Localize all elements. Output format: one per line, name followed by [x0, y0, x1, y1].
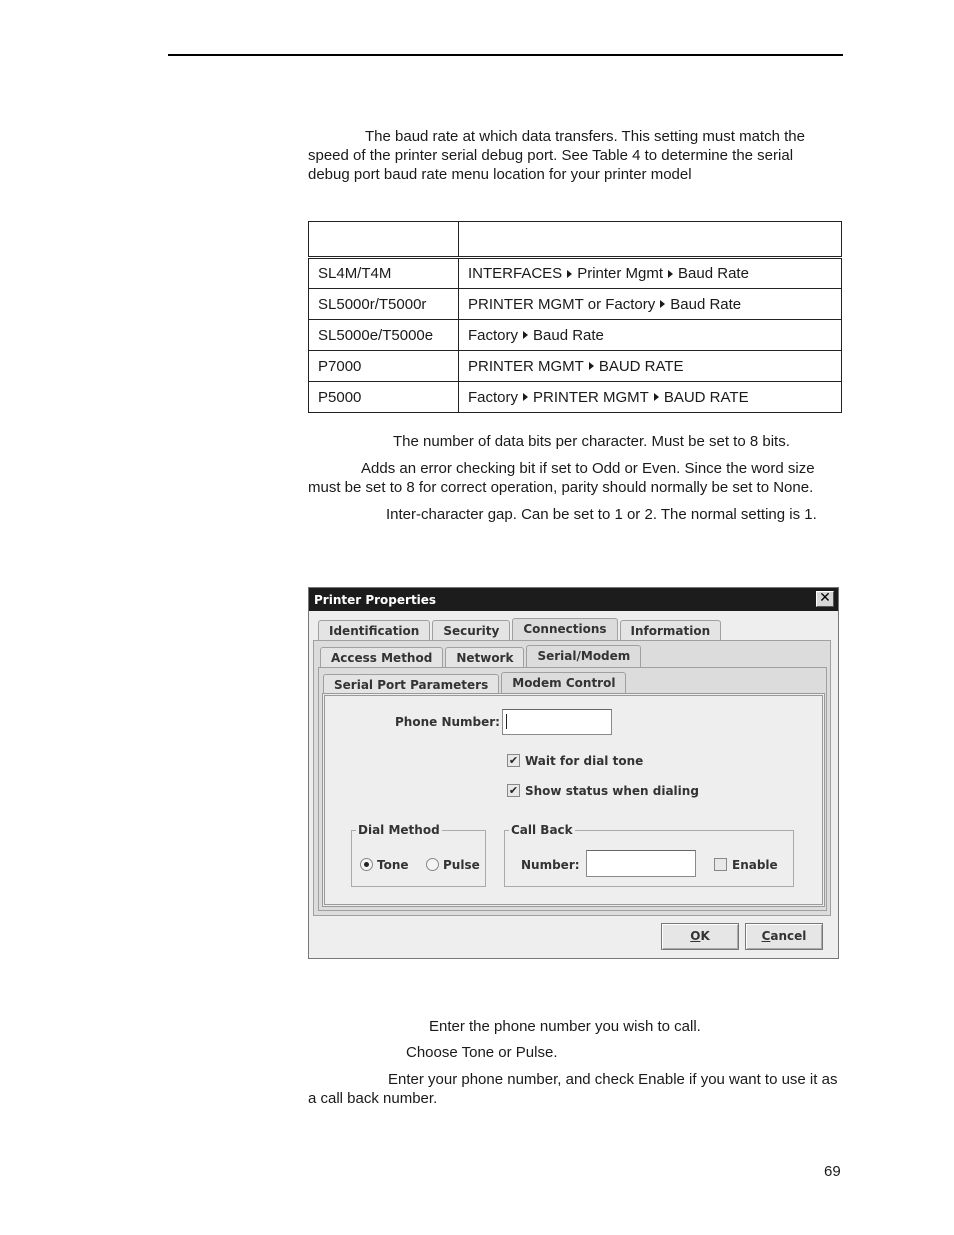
printer-properties-dialog: Printer Properties ✕ Identification Secu…	[308, 587, 839, 959]
menu-arrow-icon	[668, 269, 674, 278]
tab-network[interactable]: Network	[445, 647, 525, 668]
table-row: SL4M/T4M INTERFACES Printer Mgmt Baud Rate	[308, 257, 842, 289]
close-icon[interactable]: ✕	[816, 591, 834, 607]
phone-number-input[interactable]	[502, 709, 612, 735]
table-row: SL5000e/T5000e Factory Baud Rate	[308, 319, 842, 351]
tabs-level2: Access Method Network Serial/Modem	[320, 645, 643, 668]
menu-path-cell: Factory PRINTER MGMT BAUD RATE	[458, 381, 842, 413]
menu-path-segment: BAUD RATE	[663, 388, 749, 406]
model-cell: P7000	[308, 350, 459, 382]
baud-rate-description: The baud rate at which data transfers. T…	[308, 128, 805, 183]
header-rule	[168, 54, 843, 56]
menu-path-segment: PRINTER MGMT or Factory	[468, 295, 656, 313]
menu-path-cell: INTERFACES Printer Mgmt Baud Rate	[458, 257, 842, 289]
wait-dial-tone-label: Wait for dial tone	[525, 754, 644, 768]
word-size-description: The number of data bits per character. M…	[393, 433, 790, 450]
menu-path-segment: Factory	[468, 326, 519, 344]
dial-method-description: Choose Tone or Pulse.	[406, 1044, 558, 1061]
tone-radio[interactable]	[360, 858, 373, 871]
menu-path-cell: PRINTER MGMT BAUD RATE	[458, 350, 842, 382]
table-row: P7000 PRINTER MGMT BAUD RATE	[308, 350, 842, 382]
cancel-label-rest: ancel	[770, 929, 807, 943]
call-back-title: Call Back	[509, 823, 575, 837]
menu-path-cell: Factory Baud Rate	[458, 319, 842, 351]
tab-identification[interactable]: Identification	[318, 620, 431, 641]
menu-path-segment: INTERFACES	[468, 265, 563, 282]
tab-security[interactable]: Security	[432, 620, 511, 641]
menu-arrow-icon	[567, 269, 573, 278]
menu-path-segment: Baud Rate	[678, 265, 749, 282]
tab-connections[interactable]: Connections	[512, 618, 618, 641]
menu-arrow-icon	[660, 300, 666, 309]
parity-description: Adds an error checking bit if set to Odd…	[308, 460, 815, 496]
menu-arrow-icon	[653, 393, 659, 402]
model-cell: SL5000e/T5000e	[308, 319, 459, 351]
tab-serial-modem[interactable]: Serial/Modem	[526, 645, 642, 668]
show-status-label: Show status when dialing	[525, 784, 699, 798]
stop-bits-description: Inter-character gap. Can be set to 1 or …	[386, 506, 817, 523]
tabs-level3: Serial Port Parameters Modem Control	[323, 672, 628, 695]
dial-method-group: Dial Method Tone Pulse	[351, 823, 486, 887]
tab-access-method[interactable]: Access Method	[320, 647, 444, 668]
dialog-titlebar: Printer Properties ✕	[309, 588, 838, 611]
menu-path-segment: Baud Rate	[670, 295, 742, 313]
show-status-checkbox[interactable]: ✔	[507, 784, 520, 797]
enable-label: Enable	[732, 858, 778, 872]
menu-path-segment: PRINTER MGMT	[533, 388, 649, 406]
menu-path-segment: BAUD RATE	[598, 357, 684, 375]
dial-method-title: Dial Method	[356, 823, 442, 837]
menu-path-cell: PRINTER MGMT or Factory Baud Rate	[458, 288, 842, 320]
menu-arrow-icon	[588, 362, 594, 371]
menu-path-segment: Printer Mgmt	[577, 265, 664, 282]
table-header-menu-location	[458, 221, 842, 259]
dialog-title: Printer Properties	[314, 593, 437, 607]
model-cell: P5000	[308, 381, 459, 413]
menu-arrow-icon	[523, 331, 529, 340]
tone-label: Tone	[377, 858, 409, 872]
phone-number-label: Phone Number:	[395, 715, 500, 729]
menu-path-segment: Factory	[468, 388, 519, 406]
table-header-model	[308, 221, 459, 259]
pulse-label: Pulse	[443, 858, 480, 872]
tab-information[interactable]: Information	[619, 620, 722, 641]
phone-number-description: Enter the phone number you wish to call.	[429, 1018, 701, 1035]
call-back-number-input[interactable]	[586, 850, 696, 877]
tab-modem-control[interactable]: Modem Control	[501, 672, 627, 695]
table-row: SL5000r/T5000r PRINTER MGMT or Factory Bau…	[308, 288, 842, 320]
menu-path-segment: Baud Rate	[533, 326, 604, 344]
pulse-radio[interactable]	[426, 858, 439, 871]
modem-control-panel: Phone Number: ✔ Wait for dial tone ✔ Sho…	[322, 693, 825, 907]
call-back-description: Enter your phone number, and check Enabl…	[308, 1071, 838, 1107]
ok-button[interactable]: OK	[661, 923, 739, 950]
table-row: P5000 Factory PRINTER MGMT BAUD RATE	[308, 381, 842, 413]
enable-checkbox[interactable]	[714, 858, 727, 871]
model-cell: SL5000r/T5000r	[308, 288, 459, 320]
tab-serial-port-parameters[interactable]: Serial Port Parameters	[323, 674, 500, 695]
tabs-level1: Identification Security Connections Info…	[318, 618, 723, 641]
model-cell: SL4M/T4M	[308, 257, 459, 289]
menu-arrow-icon	[523, 393, 529, 402]
call-back-group: Call Back Number: Enable	[504, 823, 794, 887]
ok-label-rest: K	[700, 929, 710, 943]
table-header-row	[308, 221, 842, 259]
wait-dial-tone-checkbox[interactable]: ✔	[507, 754, 520, 767]
call-back-number-label: Number:	[521, 858, 580, 872]
ok-mnemonic: O	[690, 929, 701, 943]
menu-path-segment: PRINTER MGMT	[468, 357, 584, 375]
baud-rate-menu-table: SL4M/T4M INTERFACES Printer Mgmt Baud Rate S…	[308, 221, 842, 413]
page-number: 69	[824, 1163, 841, 1180]
text-caret	[506, 714, 507, 729]
cancel-button[interactable]: Cancel	[745, 923, 823, 950]
